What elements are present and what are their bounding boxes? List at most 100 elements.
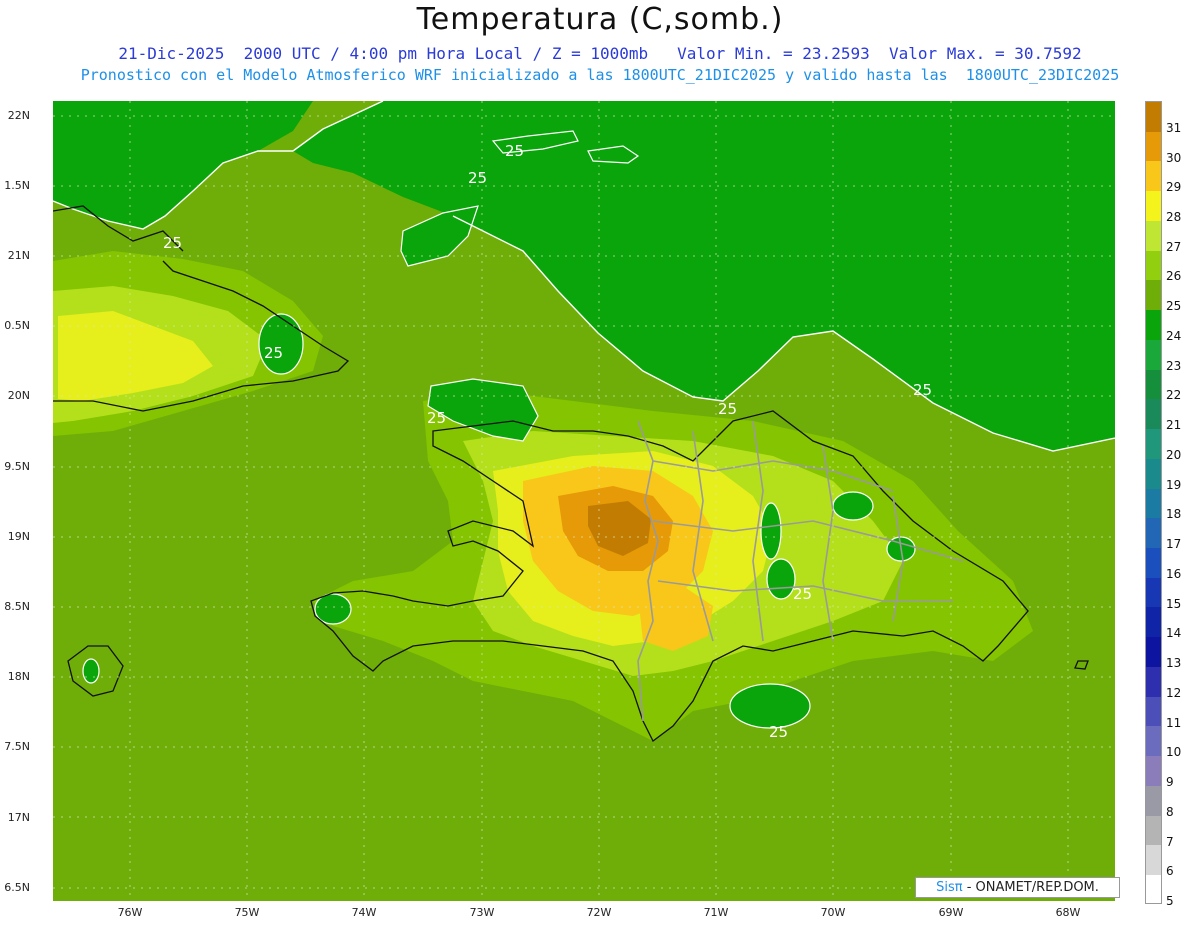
lat-label: 7.5N: [4, 740, 30, 753]
lat-label: 22N: [7, 109, 30, 122]
cool-patch-central: [760, 502, 782, 560]
colorbar-swatch: [1146, 458, 1161, 489]
lon-label: 69W: [938, 906, 964, 919]
colorbar-swatch: [1146, 369, 1161, 400]
lon-label: 72W: [586, 906, 612, 919]
colorbar-label: 13: [1166, 656, 1182, 671]
colorbar-swatch: [1146, 845, 1161, 876]
lat-label: 18N: [7, 670, 30, 683]
colorbar-swatch: [1146, 280, 1161, 311]
contour-label: 25: [913, 381, 932, 399]
colorbar-label: 15: [1166, 596, 1182, 611]
contour-label: 25: [468, 169, 487, 187]
contour-label: 25: [427, 409, 446, 427]
colorbar-label: 25: [1166, 299, 1182, 314]
colorbar-label: 12: [1166, 685, 1182, 700]
colorbar-label: 23: [1166, 358, 1182, 373]
colorbar-label: 16: [1166, 566, 1182, 581]
contour-label: 25: [505, 142, 524, 160]
lat-label: 20N: [7, 389, 30, 402]
colorbar-label: 7: [1166, 834, 1174, 849]
colorbar-label: 8: [1166, 804, 1174, 819]
colorbar-label: 18: [1166, 507, 1182, 522]
colorbar-label: 17: [1166, 537, 1182, 552]
colorbar-swatch: [1146, 339, 1161, 370]
lat-label: 9.5N: [4, 460, 30, 473]
colorbar-swatch: [1146, 815, 1161, 846]
contour-label: 25: [793, 585, 812, 603]
contour-label: 25: [718, 400, 737, 418]
colorbar-swatch: [1146, 220, 1161, 251]
lat-label: 8.5N: [4, 600, 30, 613]
cool-patch-jamaica: [82, 658, 100, 684]
lat-label: 0.5N: [4, 319, 30, 332]
lat-label: 19N: [7, 530, 30, 543]
chart-subtitle-model-info: Pronostico con el Modelo Atmosferico WRF…: [80, 66, 1120, 84]
colorbar-label: 9: [1166, 775, 1174, 790]
lon-label: 68W: [1055, 906, 1081, 919]
colorbar-swatch: [1146, 577, 1161, 608]
cool-patch-east: [832, 491, 874, 521]
colorbar-swatch: [1146, 102, 1161, 132]
colorbar-label: 20: [1166, 447, 1182, 462]
colorbar-swatch: [1146, 696, 1161, 727]
colorbar-swatch: [1146, 250, 1161, 281]
lon-label: 73W: [469, 906, 495, 919]
colorbar-swatch: [1146, 131, 1161, 162]
colorbar-swatch: [1146, 161, 1161, 192]
colorbar-label: 5: [1166, 894, 1174, 909]
colorbar-swatch: [1146, 548, 1161, 578]
colorbar-label: 28: [1166, 209, 1182, 224]
colorbar-label: 27: [1166, 239, 1182, 254]
colorbar-swatch: [1146, 785, 1161, 816]
lat-label: 6.5N: [4, 881, 30, 894]
cool-patch-southwest: [314, 593, 352, 625]
contour-label: 25: [769, 723, 788, 741]
colorbar-label: 11: [1166, 715, 1182, 730]
colorbar-swatch: [1146, 607, 1161, 638]
lon-label: 70W: [820, 906, 846, 919]
colorbar-label: 26: [1166, 269, 1182, 284]
colorbar-label: 21: [1166, 418, 1182, 433]
lon-label: 75W: [234, 906, 260, 919]
colorbar-label: 6: [1166, 864, 1174, 879]
colorbar-label: 14: [1166, 626, 1182, 641]
credit-box: Sisπ - ONAMET/REP.DOM.: [915, 877, 1120, 898]
colorbar-swatch: [1146, 191, 1161, 221]
colorbar-swatch: [1146, 726, 1161, 757]
colorbar-swatch: [1146, 488, 1161, 519]
colorbar-label: 30: [1166, 150, 1182, 165]
colorbar-label: 22: [1166, 388, 1182, 403]
lat-label: 17N: [7, 811, 30, 824]
colorbar-label: 31: [1166, 120, 1182, 135]
colorbar-swatch: [1146, 875, 1161, 903]
credit-text: - ONAMET/REP.DOM.: [962, 880, 1099, 895]
cool-ocean-northwest: [53, 101, 313, 229]
chart-title: Temperatura (C,somb.): [416, 2, 784, 37]
colorbar: [1145, 101, 1162, 904]
colorbar-swatch: [1146, 637, 1161, 667]
credit-brand: Sisπ: [936, 880, 963, 895]
colorbar-label: 29: [1166, 180, 1182, 195]
contour-label: 25: [163, 234, 182, 252]
colorbar-swatch: [1146, 429, 1161, 459]
lon-label: 71W: [703, 906, 729, 919]
temperature-map: 25 25 25 25 25 25 25 25 25: [53, 101, 1115, 901]
contour-label: 25: [264, 344, 283, 362]
cool-patch-central2: [766, 558, 796, 600]
colorbar-swatch: [1146, 399, 1161, 430]
colorbar-swatch: [1146, 518, 1161, 549]
colorbar-swatch: [1146, 310, 1161, 340]
lat-label: 21N: [7, 249, 30, 262]
lon-label: 74W: [351, 906, 377, 919]
colorbar-label: 19: [1166, 477, 1182, 492]
colorbar-swatch: [1146, 666, 1161, 697]
cool-patch-south-sea: [729, 683, 811, 729]
chart-subtitle-time-range: 21-Dic-2025 2000 UTC / 4:00 pm Hora Loca…: [118, 44, 1082, 63]
lat-label: 1.5N: [4, 179, 30, 192]
cool-patch-inagua: [400, 205, 479, 267]
colorbar-label: 10: [1166, 745, 1182, 760]
map-canvas: 25 25 25 25 25 25 25 25 25: [53, 101, 1115, 901]
lon-label: 76W: [117, 906, 143, 919]
colorbar-swatch: [1146, 756, 1161, 786]
